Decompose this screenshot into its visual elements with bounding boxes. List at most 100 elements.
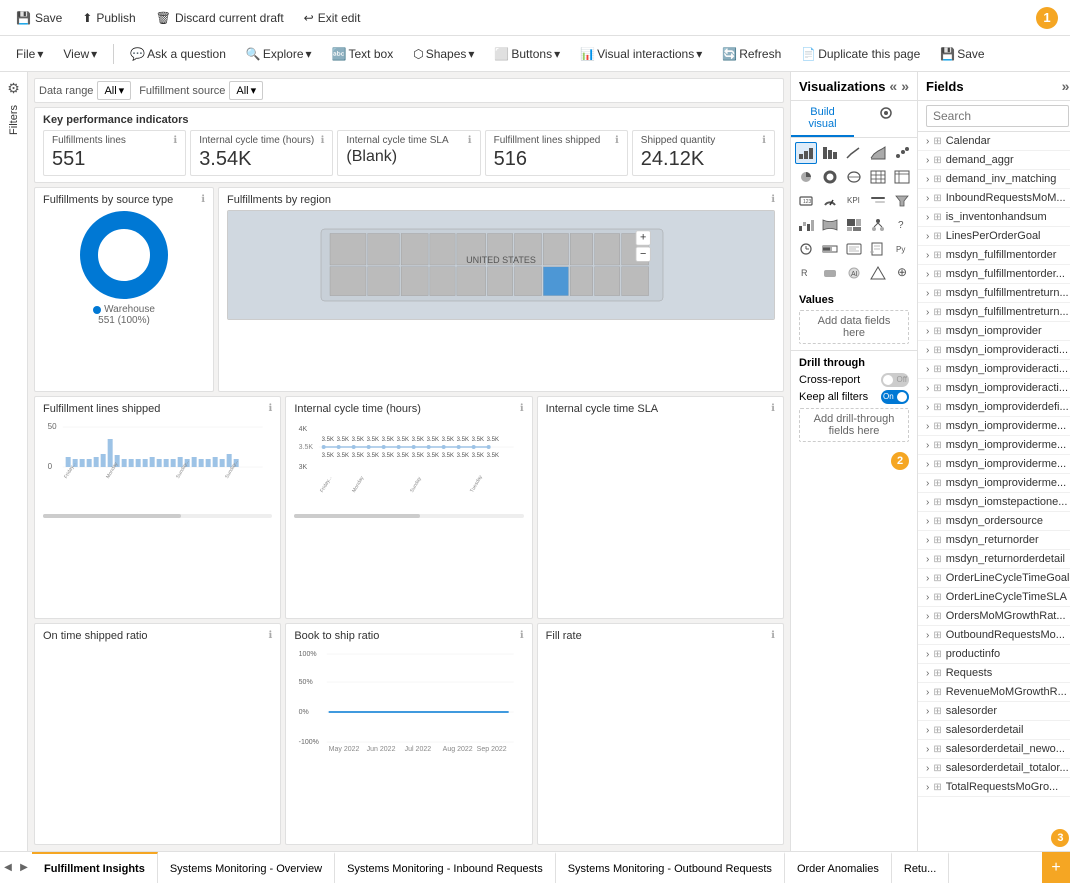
field-item[interactable]: › ⊞ Requests: [918, 664, 1070, 683]
field-item[interactable]: › ⊞ OrderLineCycleTimeGoal: [918, 569, 1070, 588]
fields-expand-btn[interactable]: »: [1062, 78, 1070, 94]
duplicate-page-button[interactable]: 📄 Duplicate this page: [793, 43, 928, 65]
info-icon[interactable]: ℹ: [201, 194, 205, 206]
keep-filters-toggle[interactable]: On: [881, 390, 909, 404]
viz-icon-smart-narrative[interactable]: [843, 238, 865, 260]
info-icon[interactable]: ℹ: [269, 630, 273, 642]
field-item[interactable]: › ⊞ msdyn_iomprovideracti...: [918, 341, 1070, 360]
field-item[interactable]: › ⊞ OrderLineCycleTimeSLA: [918, 588, 1070, 607]
viz-icon-scatter[interactable]: [891, 142, 913, 164]
info-icon[interactable]: ℹ: [269, 403, 273, 415]
field-item[interactable]: › ⊞ is_inventonhandsum: [918, 208, 1070, 227]
tab-add-button[interactable]: +: [1042, 852, 1070, 883]
tab-order-anomalies[interactable]: Order Anomalies: [785, 852, 892, 883]
info-icon[interactable]: ℹ: [771, 630, 775, 642]
menu-save-button[interactable]: 💾 Save: [932, 43, 992, 65]
publish-button[interactable]: ⬆ Publish: [74, 7, 143, 29]
tab-systems-inbound[interactable]: Systems Monitoring - Inbound Requests: [335, 852, 556, 883]
viz-icon-table[interactable]: [867, 166, 889, 188]
field-item[interactable]: › ⊞ OrdersMoMGrowthRat...: [918, 607, 1070, 626]
field-item[interactable]: › ⊞ msdyn_iomprovider: [918, 322, 1070, 341]
buttons-button[interactable]: ⬜ Buttons ▾: [486, 43, 568, 65]
field-item[interactable]: › ⊞ InboundRequestsMoM...: [918, 189, 1070, 208]
viz-icon-kpi[interactable]: KPI: [843, 190, 865, 212]
viz-icon-slicer[interactable]: [867, 190, 889, 212]
viz-icon-r[interactable]: R: [795, 262, 817, 284]
field-item[interactable]: › ⊞ msdyn_iomproviderme...: [918, 436, 1070, 455]
viz-icon-ribbon[interactable]: [819, 214, 841, 236]
field-item[interactable]: › ⊞ demand_aggr: [918, 151, 1070, 170]
map-visual[interactable]: UNITED STATES + −: [227, 210, 775, 320]
field-item[interactable]: › ⊞ msdyn_iomproviderme...: [918, 455, 1070, 474]
viz-expand-left[interactable]: «: [889, 78, 897, 94]
tab-build-visual[interactable]: Build visual: [791, 101, 854, 137]
tab-systems-monitoring-overview[interactable]: Systems Monitoring - Overview: [158, 852, 335, 883]
field-item[interactable]: › ⊞ demand_inv_matching: [918, 170, 1070, 189]
field-item[interactable]: › ⊞ msdyn_iomproviderme...: [918, 417, 1070, 436]
viz-icon-card[interactable]: 123: [795, 190, 817, 212]
field-item[interactable]: › ⊞ msdyn_fulfillmentreturn...: [918, 303, 1070, 322]
visual-interactions-button[interactable]: 📊 Visual interactions ▾: [572, 43, 710, 65]
viz-icon-qna[interactable]: ?: [891, 214, 913, 236]
viz-icon-bullet[interactable]: [819, 238, 841, 260]
field-item[interactable]: › ⊞ productinfo: [918, 645, 1070, 664]
viz-icon-bar[interactable]: [795, 142, 817, 164]
viz-icon-funnel[interactable]: [891, 190, 913, 212]
viz-icon-custom3[interactable]: [867, 262, 889, 284]
tab-systems-outbound[interactable]: Systems Monitoring - Outbound Requests: [556, 852, 785, 883]
info-icon[interactable]: ℹ: [615, 135, 619, 146]
viz-icon-clock[interactable]: [795, 238, 817, 260]
field-item[interactable]: › ⊞ msdyn_fulfillmentorder: [918, 246, 1070, 265]
viz-icon-paginated[interactable]: [867, 238, 889, 260]
field-item[interactable]: › ⊞ msdyn_fulfillmentorder...: [918, 265, 1070, 284]
refresh-button[interactable]: 🔄 Refresh: [714, 43, 789, 65]
info-icon[interactable]: ℹ: [520, 630, 524, 642]
filters-label[interactable]: Filters: [8, 105, 20, 135]
field-item[interactable]: › ⊞ OutboundRequestsMo...: [918, 626, 1070, 645]
shapes-button[interactable]: ⬡ Shapes ▾: [405, 43, 482, 65]
viz-icon-treemap[interactable]: [843, 214, 865, 236]
field-item[interactable]: › ⊞ salesorderdetail_totalor...: [918, 759, 1070, 778]
viz-icon-column[interactable]: [819, 142, 841, 164]
field-item[interactable]: › ⊞ msdyn_ordersource: [918, 512, 1070, 531]
field-item[interactable]: › ⊞ msdyn_returnorder: [918, 531, 1070, 550]
save-button[interactable]: 💾 Save: [8, 7, 70, 29]
viz-icon-donut[interactable]: [819, 166, 841, 188]
add-drill-fields-box[interactable]: Add drill-through fields here: [799, 408, 909, 442]
textbox-button[interactable]: 🔤 Text box: [324, 43, 402, 65]
viz-icon-line[interactable]: [843, 142, 865, 164]
ask-question-button[interactable]: 💬 Ask a question: [122, 43, 234, 65]
viz-icon-gauge[interactable]: [819, 190, 841, 212]
fulfillment-source-select[interactable]: All ▾: [229, 81, 263, 100]
tab-format-visual[interactable]: [854, 101, 917, 137]
field-item[interactable]: › ⊞ RevenueMoMGrowthR...: [918, 683, 1070, 702]
info-icon[interactable]: ℹ: [771, 194, 775, 206]
cross-report-toggle[interactable]: Off: [881, 373, 909, 387]
add-data-fields-box[interactable]: Add data fields here: [799, 310, 909, 344]
tab-prev-button[interactable]: ◀: [0, 852, 16, 883]
tab-next-button[interactable]: ▶: [16, 852, 32, 883]
discard-button[interactable]: 🗑 Discard current draft: [148, 7, 292, 29]
viz-icon-waterfall[interactable]: [795, 214, 817, 236]
info-icon[interactable]: ℹ: [173, 135, 177, 146]
info-icon[interactable]: ℹ: [771, 403, 775, 415]
search-input[interactable]: [926, 105, 1069, 127]
view-menu[interactable]: View ▾: [55, 43, 105, 65]
tab-fulfillment-insights[interactable]: Fulfillment Insights: [32, 852, 158, 883]
field-item[interactable]: › ⊞ msdyn_iomstepactione...: [918, 493, 1070, 512]
viz-icon-map[interactable]: [843, 166, 865, 188]
viz-icon-pie[interactable]: [795, 166, 817, 188]
field-item[interactable]: › ⊞ salesorderdetail_newo...: [918, 740, 1070, 759]
field-item[interactable]: › ⊞ LinesPerOrderGoal: [918, 227, 1070, 246]
viz-icon-python[interactable]: Py: [891, 238, 913, 260]
info-icon[interactable]: ℹ: [321, 135, 325, 146]
viz-icon-decomposition[interactable]: [867, 214, 889, 236]
data-range-select[interactable]: All ▾: [97, 81, 131, 100]
field-item[interactable]: › ⊞ msdyn_iomprovideracti...: [918, 379, 1070, 398]
field-item[interactable]: › ⊞ salesorder: [918, 702, 1070, 721]
viz-icon-custom1[interactable]: [819, 262, 841, 284]
exit-edit-button[interactable]: ↩ Exit edit: [296, 7, 369, 29]
field-item[interactable]: › ⊞ Calendar: [918, 132, 1070, 151]
info-icon[interactable]: ℹ: [468, 135, 472, 146]
field-item[interactable]: › ⊞ msdyn_fulfillmentreturn...: [918, 284, 1070, 303]
